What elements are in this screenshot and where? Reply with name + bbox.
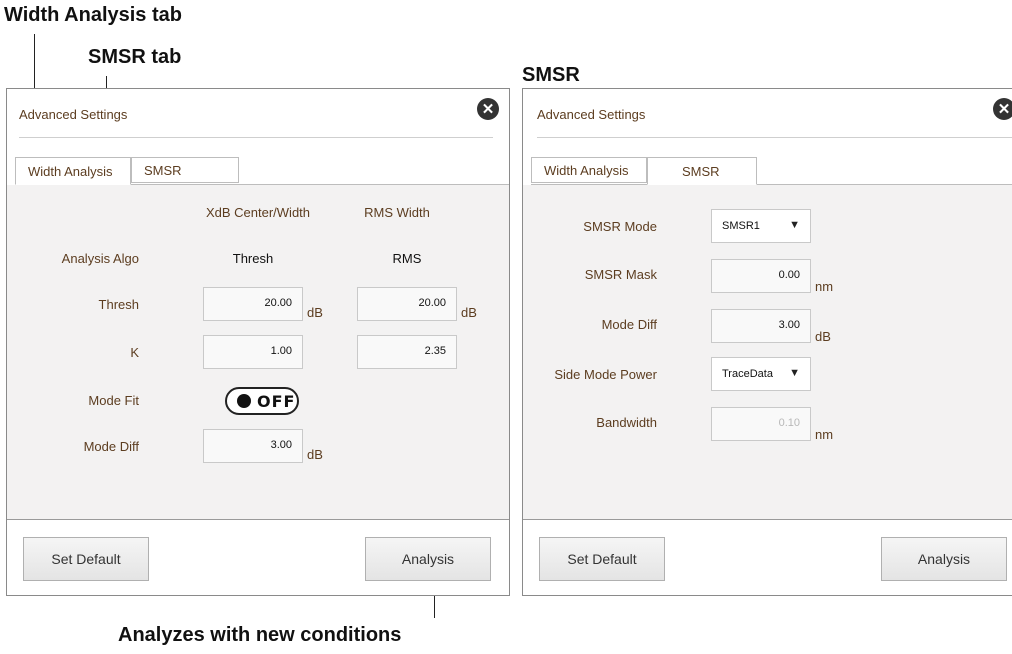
right-advanced-settings-dialog: Advanced Settings ✕ Width Analysis SMSR …: [522, 88, 1012, 596]
close-icon[interactable]: ✕: [993, 98, 1012, 120]
smsr-mode-label: SMSR Mode: [583, 219, 657, 234]
dialog-title: Advanced Settings: [537, 107, 646, 122]
callout-width-analysis-tab: Width Analysis tab: [4, 4, 182, 26]
analysis-algo-label: Analysis Algo: [61, 251, 139, 266]
set-default-button[interactable]: Set Default: [539, 537, 665, 581]
footer-divider: [7, 519, 509, 520]
analysis-algo-rms-value: RMS: [392, 251, 422, 266]
smsr-mask-input[interactable]: 0.00: [711, 259, 811, 293]
set-default-button[interactable]: Set Default: [23, 537, 149, 581]
toggle-state-text: OFF: [257, 391, 296, 411]
k-label: K: [130, 345, 139, 360]
thresh-rms-input[interactable]: 20.00: [357, 287, 457, 321]
caret-down-icon: ▼: [789, 367, 800, 379]
mode-diff-label: Mode Diff: [83, 439, 139, 454]
footer-divider: [523, 519, 1012, 520]
tab-width-analysis[interactable]: Width Analysis: [531, 157, 647, 183]
thresh-xdb-input[interactable]: 20.00: [203, 287, 303, 321]
thresh-xdb-unit: dB: [307, 305, 323, 320]
mode-diff-unit: dB: [307, 447, 323, 462]
smsr-mode-value: SMSR1: [722, 220, 760, 232]
caret-down-icon: ▼: [789, 219, 800, 231]
bandwidth-unit: nm: [815, 427, 834, 442]
mode-fit-toggle[interactable]: OFF: [225, 387, 299, 415]
thresh-rms-unit: dB: [461, 305, 477, 320]
smsr-mask-label: SMSR Mask: [584, 267, 657, 282]
mode-diff-label: Mode Diff: [601, 317, 657, 332]
smsr-mode-dropdown[interactable]: SMSR1 ▼: [711, 209, 811, 243]
callout-smsr-heading: SMSR: [522, 64, 580, 86]
tab-smsr[interactable]: SMSR: [131, 157, 239, 183]
k-rms-input[interactable]: 2.35: [357, 335, 457, 369]
side-mode-power-value: TraceData: [722, 368, 773, 380]
column-header-xdb: XdB Center/Width: [205, 205, 311, 220]
analysis-button[interactable]: Analysis: [881, 537, 1007, 581]
callout-analyzes: Analyzes with new conditions: [118, 624, 402, 646]
callout-smsr-tab: SMSR tab: [88, 46, 182, 68]
toggle-knob: [237, 394, 251, 408]
mode-diff-unit: dB: [815, 329, 831, 344]
tab-smsr[interactable]: SMSR: [647, 157, 757, 185]
close-icon[interactable]: ✕: [477, 98, 499, 120]
mode-diff-input[interactable]: 3.00: [711, 309, 811, 343]
bandwidth-label: Bandwidth: [596, 415, 657, 430]
mode-fit-label: Mode Fit: [88, 393, 139, 408]
smsr-mask-unit: nm: [815, 279, 834, 294]
width-analysis-content: XdB Center/Width RMS Width Analysis Algo…: [7, 185, 509, 519]
title-divider: [537, 137, 1012, 138]
title-divider: [19, 137, 493, 138]
analysis-algo-xdb-value: Thresh: [232, 251, 274, 266]
k-xdb-input[interactable]: 1.00: [203, 335, 303, 369]
side-mode-power-label: Side Mode Power: [554, 367, 657, 382]
mode-diff-input[interactable]: 3.00: [203, 429, 303, 463]
column-header-rms: RMS Width: [364, 205, 430, 220]
analysis-button[interactable]: Analysis: [365, 537, 491, 581]
tab-width-analysis[interactable]: Width Analysis: [15, 157, 131, 185]
left-advanced-settings-dialog: Advanced Settings ✕ Width Analysis SMSR …: [6, 88, 510, 596]
thresh-label: Thresh: [98, 297, 139, 312]
smsr-content: SMSR Mode SMSR1 ▼ SMSR Mask 0.00 nm Mode…: [523, 185, 1012, 519]
side-mode-power-dropdown[interactable]: TraceData ▼: [711, 357, 811, 391]
bandwidth-input: 0.10: [711, 407, 811, 441]
dialog-title: Advanced Settings: [19, 107, 128, 122]
